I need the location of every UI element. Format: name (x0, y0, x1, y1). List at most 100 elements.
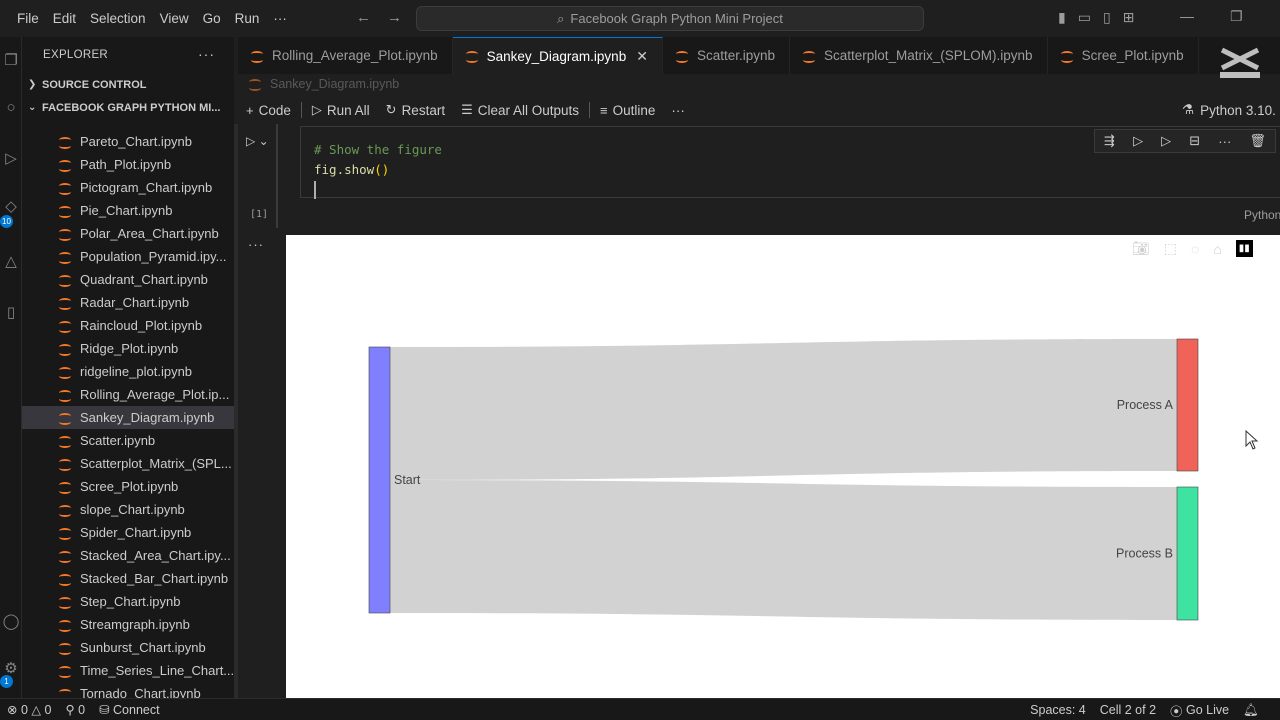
editor-tab[interactable]: Rolling_Average_Plot.ipynb (238, 37, 453, 74)
menu-item[interactable]: Edit (46, 11, 83, 26)
file-item[interactable]: Tornado_Chart.ipynb (22, 682, 234, 698)
file-item[interactable]: Polar_Area_Chart.ipynb (22, 222, 234, 245)
menu-item[interactable]: View (153, 11, 196, 26)
run-cell-button[interactable]: ▷ ⌄ (246, 134, 269, 148)
connect-status[interactable]: ⛁ Connect (92, 702, 167, 718)
file-item[interactable]: Stacked_Bar_Chart.ipynb (22, 567, 234, 590)
command-center[interactable]: ⌕ Facebook Graph Python Mini Project (416, 6, 924, 31)
sankey-chart[interactable]: Start Process A Process B (286, 235, 1280, 698)
explorer-more-icon[interactable]: ··· (198, 46, 215, 62)
editor-tab[interactable]: Scree_Plot.ipynb (1048, 37, 1199, 74)
execute-below-icon[interactable]: ▷ (1161, 133, 1171, 149)
file-item[interactable]: Scatter.ipynb (22, 429, 234, 452)
file-item[interactable]: Ridge_Plot.ipynb (22, 337, 234, 360)
file-item[interactable]: Time_Series_Line_Chart... (22, 659, 234, 682)
customize-layout-icon[interactable]: ⊞ (1123, 9, 1135, 26)
file-item[interactable]: Spider_Chart.ipynb (22, 521, 234, 544)
file-item[interactable]: Pie_Chart.ipynb (22, 199, 234, 222)
file-item[interactable]: Scree_Plot.ipynb (22, 475, 234, 498)
menu-item[interactable]: Go (196, 11, 228, 26)
sankey-link[interactable] (390, 339, 1177, 480)
file-item[interactable]: Step_Chart.ipynb (22, 590, 234, 613)
file-item[interactable]: Quadrant_Chart.ipynb (22, 268, 234, 291)
camera-icon[interactable]: 📷︎ (1132, 240, 1150, 257)
menu-item[interactable]: File (10, 11, 46, 26)
menu-item[interactable]: Run (228, 11, 267, 26)
box-select-icon[interactable]: ⬚ (1164, 240, 1177, 257)
file-item[interactable]: ridgeline_plot.ipynb (22, 360, 234, 383)
explorer-icon[interactable]: ❐ (2, 51, 20, 69)
jupyter-notebook-icon (250, 49, 264, 63)
back-arrow-icon[interactable]: ← (356, 9, 371, 26)
file-item[interactable]: Population_Pyramid.ipy... (22, 245, 234, 268)
file-item[interactable]: Sankey_Diagram.ipynb (22, 406, 234, 429)
problems-status[interactable]: ⊗ 0 △ 0 (0, 702, 58, 718)
add-code-button[interactable]: + Code (238, 103, 299, 118)
file-label: slope_Chart.ipynb (80, 502, 185, 517)
delete-cell-icon[interactable]: 🗑 (1249, 133, 1266, 149)
lasso-icon[interactable]: ◌ (1191, 241, 1199, 257)
editor-tab[interactable]: Sankey_Diagram.ipynb ✕ (452, 37, 663, 74)
editor-tab[interactable]: Scatter.ipynb (663, 37, 790, 74)
toolbar-more-button[interactable]: ··· (663, 103, 693, 118)
extensions-icon[interactable]: ▯ (2, 303, 20, 321)
close-tab-icon[interactable]: ✕ (636, 48, 648, 65)
file-item[interactable]: Rolling_Average_Plot.ip... (22, 383, 234, 406)
file-item[interactable]: Radar_Chart.ipynb (22, 291, 234, 314)
restore-icon[interactable]: ❐ (1230, 8, 1243, 25)
cell-position-status[interactable]: Cell 2 of 2 (1093, 703, 1163, 717)
file-label: Sunburst_Chart.ipynb (80, 640, 206, 655)
go-live-button[interactable]: ⦿ Go Live (1163, 701, 1236, 720)
toggle-sidebar-icon[interactable]: ▮ (1058, 9, 1066, 26)
breadcrumb[interactable]: Sankey_Diagram.ipynb (248, 77, 399, 91)
file-item[interactable]: Path_Plot.ipynb (22, 153, 234, 176)
cell-language[interactable]: Python (1244, 208, 1280, 222)
minimize-icon[interactable]: — (1180, 8, 1194, 25)
sankey-node[interactable] (1176, 486, 1199, 621)
warning-icon: △ (31, 703, 42, 717)
file-item[interactable]: Pictogram_Chart.ipynb (22, 176, 234, 199)
notifications-bell-icon[interactable]: 🔔︎ (1236, 703, 1266, 718)
testing-icon[interactable]: △ (2, 252, 20, 270)
more-actions-icon[interactable]: ··· (1218, 134, 1231, 149)
file-item[interactable]: slope_Chart.ipynb (22, 498, 234, 521)
ports-status[interactable]: ⚲ 0 (58, 702, 92, 718)
project-section[interactable]: ⌄ FACEBOOK GRAPH PYTHON MI... (22, 96, 234, 119)
source-control-section[interactable]: ❯ SOURCE CONTROL (22, 73, 234, 96)
sankey-node[interactable] (368, 346, 391, 614)
editor-tab[interactable]: Scatterplot_Matrix_(SPLOM).ipynb (790, 37, 1048, 74)
file-item[interactable]: Raincloud_Plot.ipynb (22, 314, 234, 337)
split-cell-icon[interactable]: ⊟ (1189, 133, 1200, 149)
file-item[interactable]: Streamgraph.ipynb (22, 613, 234, 636)
restart-button[interactable]: ↻ Restart (378, 102, 453, 118)
run-debug-icon[interactable]: ▷ (2, 149, 20, 167)
account-icon[interactable]: ◯ (2, 612, 20, 630)
home-icon[interactable]: ⌂ (1213, 241, 1221, 257)
run-all-button[interactable]: ▷ Run All (304, 102, 378, 118)
sankey-node[interactable] (1176, 338, 1199, 472)
toggle-panel-icon[interactable]: ▭ (1078, 9, 1091, 26)
menu-item[interactable]: Selection (83, 11, 153, 26)
output-more-icon[interactable]: ··· (248, 237, 264, 252)
file-label: Rolling_Average_Plot.ip... (80, 387, 230, 402)
menu-item[interactable]: ··· (266, 11, 294, 26)
source-control-icon[interactable]: ◇ (2, 197, 20, 215)
plotly-logo-icon[interactable]: ▮▮ (1235, 240, 1253, 257)
indentation-status[interactable]: Spaces: 4 (1023, 703, 1093, 717)
file-item[interactable]: Stacked_Area_Chart.ipy... (22, 544, 234, 567)
forward-arrow-icon[interactable]: → (387, 9, 402, 26)
sankey-link[interactable] (390, 480, 1177, 620)
file-item[interactable]: Sunburst_Chart.ipynb (22, 636, 234, 659)
outline-button[interactable]: ≡ Outline (592, 103, 663, 118)
execute-above-icon[interactable]: ⇶ (1104, 133, 1115, 149)
execute-cell-icon[interactable]: ▷ (1133, 133, 1143, 149)
kernel-picker[interactable]: ⚗ Python 3.10. (1182, 97, 1276, 123)
clear-outputs-button[interactable]: ☰ Clear All Outputs (453, 102, 587, 118)
file-item[interactable]: Pareto_Chart.ipynb (22, 130, 234, 153)
file-item[interactable]: Scatterplot_Matrix_(SPL... (22, 452, 234, 475)
search-icon[interactable]: ○ (2, 99, 20, 117)
code-content[interactable]: # Show the figure fig.show() (314, 140, 442, 180)
toggle-secondary-sidebar-icon[interactable]: ▯ (1103, 9, 1111, 26)
file-label: Quadrant_Chart.ipynb (80, 272, 208, 287)
execution-count: [1] (250, 209, 269, 220)
